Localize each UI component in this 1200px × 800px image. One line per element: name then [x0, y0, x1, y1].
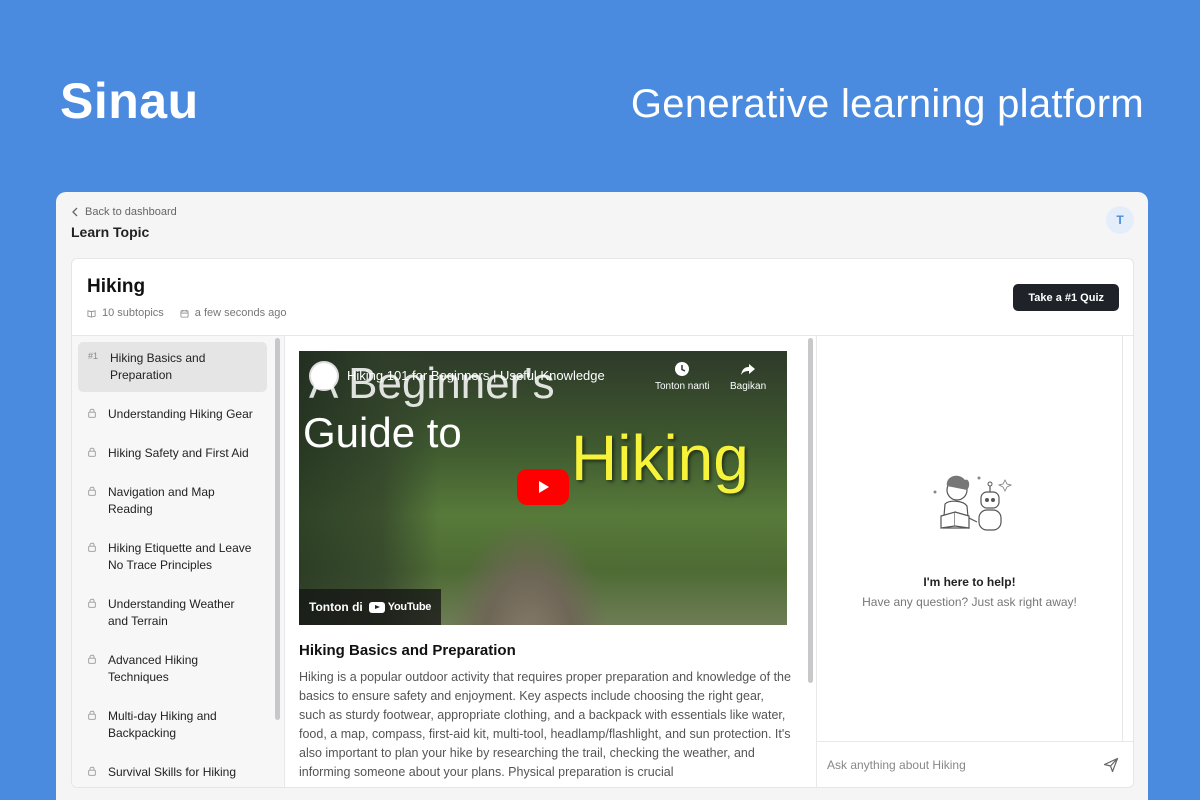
brand-logo: Sinau — [60, 73, 199, 129]
lock-icon — [88, 484, 100, 518]
video-overlay-line2: Guide to — [303, 409, 462, 456]
sidebar-item[interactable]: Understanding Weather and Terrain — [78, 588, 267, 638]
helper-illustration-icon — [933, 475, 1012, 531]
section-text: Hiking is a popular outdoor activity tha… — [299, 670, 791, 779]
sidebar-item-label: Hiking Basics and Preparation — [110, 351, 206, 382]
play-icon — [539, 481, 549, 493]
sidebar-item-label: Navigation and Map Reading — [108, 485, 215, 516]
chat-scroll-track — [1122, 336, 1123, 741]
help-subtitle: Have any question? Just ask right away! — [862, 595, 1077, 609]
book-icon — [87, 309, 96, 318]
sidebar-item[interactable]: Multi-day Hiking and Backpacking — [78, 700, 267, 750]
sidebar-item[interactable]: Understanding Hiking Gear — [78, 398, 267, 431]
chat-input-row — [817, 741, 1133, 787]
topic-body: #1 Hiking Basics and Preparation Understan… — [72, 336, 1133, 787]
send-button[interactable] — [1101, 755, 1121, 775]
subtopic-sidebar: #1 Hiking Basics and Preparation Understan… — [72, 336, 285, 787]
content-scrollbar[interactable] — [808, 338, 813, 683]
sidebar-item-label: Understanding Weather and Terrain — [108, 597, 235, 628]
tagline: Generative learning platform — [630, 82, 1144, 126]
lock-icon — [88, 652, 100, 686]
chevron-left-icon — [72, 207, 78, 217]
back-link-label: Back to dashboard — [85, 206, 177, 218]
watch-later-button[interactable]: Tonton nanti — [655, 361, 710, 392]
calendar-icon — [180, 309, 189, 318]
help-title: I'm here to help! — [923, 575, 1016, 589]
sidebar-item[interactable]: Hiking Etiquette and Leave No Trace Prin… — [78, 532, 267, 582]
sidebar-item-label: Hiking Etiquette and Leave No Trace Prin… — [108, 541, 252, 572]
chat-empty-state: I'm here to help! Have any question? Jus… — [817, 466, 1122, 609]
share-button[interactable]: Bagikan — [730, 361, 766, 392]
clock-icon — [675, 362, 690, 376]
updated-time: a few seconds ago — [180, 307, 287, 319]
video-overlay-line1: A Beginner's — [309, 359, 555, 408]
chat-input[interactable] — [827, 757, 1101, 772]
topic-header: Hiking 10 subtopics a few seconds ago Ta… — [72, 259, 1133, 336]
updated-label: a few seconds ago — [194, 307, 287, 319]
video-player[interactable]: A Beginner's Hiking 101 for Beginners | … — [299, 351, 787, 625]
sidebar-item-label: Advanced Hiking Techniques — [108, 653, 199, 684]
send-icon — [1103, 757, 1119, 772]
subtopics-count: 10 subtopics — [87, 307, 164, 319]
sidebar-scrollbar[interactable] — [275, 338, 280, 720]
app-window: Back to dashboard Learn Topic T Hiking 1… — [56, 192, 1148, 800]
sidebar-item[interactable]: Advanced Hiking Techniques — [78, 644, 267, 694]
youtube-label: YouTube — [387, 601, 432, 613]
lock-icon — [88, 596, 100, 630]
page-title: Learn Topic — [71, 224, 150, 240]
share-icon — [741, 364, 756, 375]
play-button[interactable] — [517, 469, 569, 505]
topic-meta: 10 subtopics a few seconds ago — [87, 307, 287, 319]
chat-panel: I'm here to help! Have any question? Jus… — [817, 336, 1133, 787]
watch-on-youtube-button[interactable]: Tonton di YouTube — [299, 589, 442, 625]
watch-on-label: Tonton di — [309, 600, 363, 614]
lock-icon — [88, 445, 100, 462]
share-label: Bagikan — [730, 381, 767, 392]
subtopic-list: #1 Hiking Basics and Preparation Understan… — [72, 336, 267, 787]
sidebar-item-label: Understanding Hiking Gear — [108, 407, 253, 421]
youtube-icon — [368, 601, 385, 613]
topbar: Back to dashboard Learn Topic — [71, 206, 177, 240]
sidebar-item[interactable]: Navigation and Map Reading — [78, 476, 267, 526]
sidebar-item[interactable]: Hiking Safety and First Aid — [78, 437, 267, 470]
lock-icon — [88, 764, 100, 781]
video-overlay-line3: Hiking — [571, 422, 749, 494]
topic-title: Hiking — [87, 276, 146, 297]
sidebar-item-label: Survival Skills for Hiking — [108, 765, 237, 779]
sidebar-item-label: Hiking Safety and First Aid — [108, 446, 249, 460]
watch-later-label: Tonton nanti — [655, 381, 710, 392]
video-trail — [449, 521, 609, 625]
avatar[interactable]: T — [1106, 206, 1134, 234]
video-title[interactable]: Hiking 101 for Beginners | Useful Knowle… — [347, 368, 605, 383]
section-title: Hiking Basics and Preparation — [299, 642, 516, 659]
topic-panel: Hiking 10 subtopics a few seconds ago Ta… — [71, 258, 1134, 788]
take-quiz-button[interactable]: Take a #1 Quiz — [1013, 284, 1119, 311]
back-to-dashboard-link[interactable]: Back to dashboard — [71, 206, 177, 218]
youtube-logo: YouTube — [368, 601, 432, 613]
lock-icon — [88, 708, 100, 742]
lock-icon — [88, 406, 100, 423]
subtopics-label: 10 subtopics — [102, 307, 164, 319]
lock-icon — [88, 540, 100, 574]
lesson-content: A Beginner's Hiking 101 for Beginners | … — [285, 336, 817, 787]
sidebar-item[interactable]: Survival Skills for Hiking — [78, 756, 267, 787]
sidebar-item[interactable]: #1 Hiking Basics and Preparation — [78, 342, 267, 392]
sidebar-item-label: Multi-day Hiking and Backpacking — [108, 709, 217, 740]
sidebar-item-number: #1 — [88, 351, 99, 361]
